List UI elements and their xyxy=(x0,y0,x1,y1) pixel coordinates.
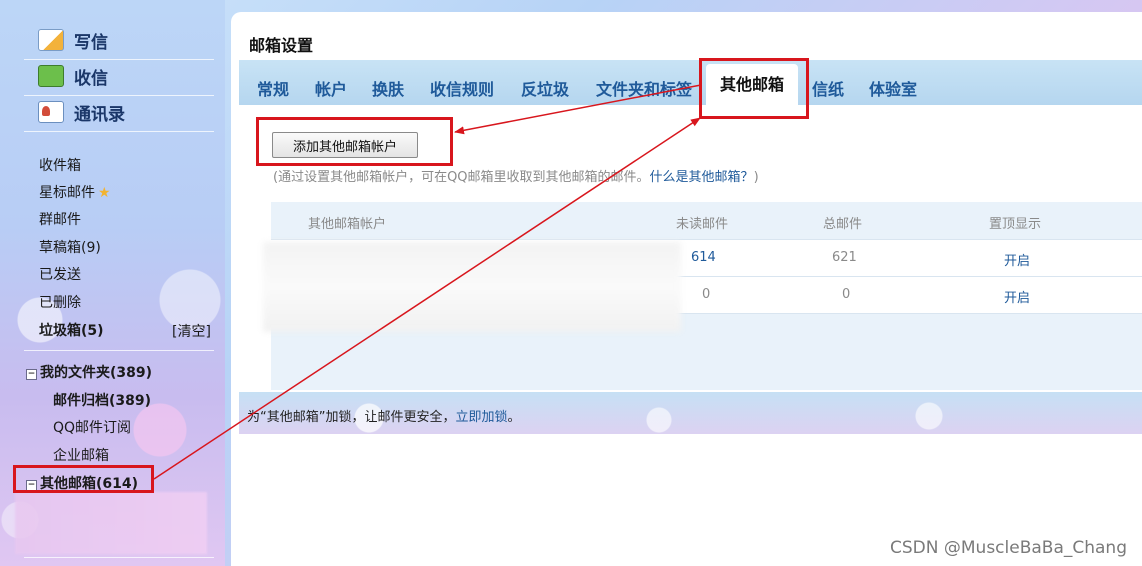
contacts-label: 通讯录 xyxy=(74,104,125,125)
what-is-other-mailbox-link[interactable]: 什么是其他邮箱？ xyxy=(650,170,754,185)
lock-now-link[interactable]: 立即加锁 xyxy=(455,410,507,425)
sidebar-item-group-mail[interactable]: 群邮件 xyxy=(39,209,81,229)
tab-anti-spam[interactable]: 反垃圾 xyxy=(521,76,569,100)
settings-panel: 邮箱设置 常规 帐户 换肤 收信规则 反垃圾 文件夹和标签 其他邮箱 信纸 体验… xyxy=(231,12,1142,566)
banner-body: 为“其他邮箱”加锁，让邮件更安全， xyxy=(247,410,456,425)
sidebar-item-enterprise-mail[interactable]: 企业邮箱 xyxy=(53,445,109,465)
col-header-account: 其他邮箱帐户 xyxy=(308,217,387,232)
blurred-account-names xyxy=(263,242,681,332)
total-cell: 0 xyxy=(842,287,851,302)
write-pencil-icon xyxy=(38,29,64,51)
highlight-add-button xyxy=(256,117,453,166)
hint-close: ) xyxy=(753,170,759,185)
tab-mail-rules[interactable]: 收信规则 xyxy=(430,76,494,100)
sidebar-item-sent[interactable]: 已发送 xyxy=(39,264,81,284)
sidebar-item-spam[interactable]: 垃圾箱(5) xyxy=(39,320,104,340)
address-book-icon xyxy=(38,101,64,123)
sidebar-item-archive[interactable]: 邮件归档(389) xyxy=(53,390,151,410)
tab-general[interactable]: 常规 xyxy=(257,76,289,100)
receive-label: 收信 xyxy=(74,68,108,89)
divider xyxy=(24,557,214,558)
receive-link[interactable]: 收信 xyxy=(38,62,108,90)
clear-spam-link[interactable]: [清空] xyxy=(172,321,211,341)
highlight-other-mailbox-tab xyxy=(699,58,809,119)
highlight-other-mailbox-folder xyxy=(13,465,154,493)
compose-link[interactable]: 写信 xyxy=(38,26,108,54)
divider xyxy=(24,131,214,132)
col-header-total: 总邮件 xyxy=(823,217,863,232)
divider xyxy=(24,95,214,96)
sidebar-item-inbox[interactable]: 收件箱 xyxy=(39,155,81,175)
collapse-icon[interactable]: − xyxy=(26,369,37,380)
hint-body: (通过设置其他邮箱帐户，可在QQ邮箱里收取到其他邮箱的邮件。 xyxy=(273,170,650,185)
pin-toggle[interactable]: 开启 xyxy=(1004,250,1030,269)
settings-tabs: 常规 帐户 换肤 收信规则 反垃圾 文件夹和标签 其他邮箱 信纸 体验室 xyxy=(239,60,1142,105)
divider xyxy=(24,350,214,351)
tab-account[interactable]: 帐户 xyxy=(315,76,347,100)
divider xyxy=(24,59,214,60)
contacts-link[interactable]: 通讯录 xyxy=(38,98,125,126)
page-title: 邮箱设置 xyxy=(249,36,314,55)
sidebar-item-drafts[interactable]: 草稿箱(9) xyxy=(39,237,101,257)
tab-stationery[interactable]: 信纸 xyxy=(812,76,844,100)
col-header-pin: 置顶显示 xyxy=(989,217,1042,232)
sidebar-item-qq-subscription[interactable]: QQ邮件订阅 xyxy=(53,417,131,437)
my-folders-label: 我的文件夹(389) xyxy=(40,365,153,381)
banner-end: 。 xyxy=(507,410,521,425)
hint-text: (通过设置其他邮箱帐户，可在QQ邮箱里收取到其他邮箱的邮件。什么是其他邮箱？) xyxy=(273,166,759,185)
account-table: 其他邮箱帐户 未读邮件 总邮件 置顶显示 614 621 开启 0 0 开启 xyxy=(263,202,1142,390)
sidebar-item-deleted[interactable]: 已删除 xyxy=(39,292,81,312)
pin-toggle[interactable]: 开启 xyxy=(1004,287,1030,306)
tab-lab[interactable]: 体验室 xyxy=(869,76,917,100)
security-banner: 为“其他邮箱”加锁，让邮件更安全，立即加锁。 xyxy=(239,392,1142,434)
tab-skin[interactable]: 换肤 xyxy=(372,76,404,100)
sidebar-item-my-folders[interactable]: − 我的文件夹(389) xyxy=(26,362,152,382)
col-header-unread: 未读邮件 xyxy=(676,217,729,232)
tab-folders-labels[interactable]: 文件夹和标签 xyxy=(596,76,692,100)
inbox-download-icon xyxy=(38,65,64,87)
sidebar-item-starred[interactable]: 星标邮件 ★ xyxy=(39,182,111,202)
star-icon: ★ xyxy=(98,185,111,201)
compose-label: 写信 xyxy=(74,32,108,53)
unread-cell: 0 xyxy=(702,287,711,302)
total-cell: 621 xyxy=(832,250,857,265)
blurred-account-list xyxy=(15,492,207,554)
watermark-text: CSDN @MuscleBaBa_Chang xyxy=(890,538,1127,558)
banner-text: 为“其他邮箱”加锁，让邮件更安全，立即加锁。 xyxy=(247,406,521,425)
unread-cell[interactable]: 614 xyxy=(691,250,716,265)
starred-label: 星标邮件 xyxy=(39,185,95,201)
